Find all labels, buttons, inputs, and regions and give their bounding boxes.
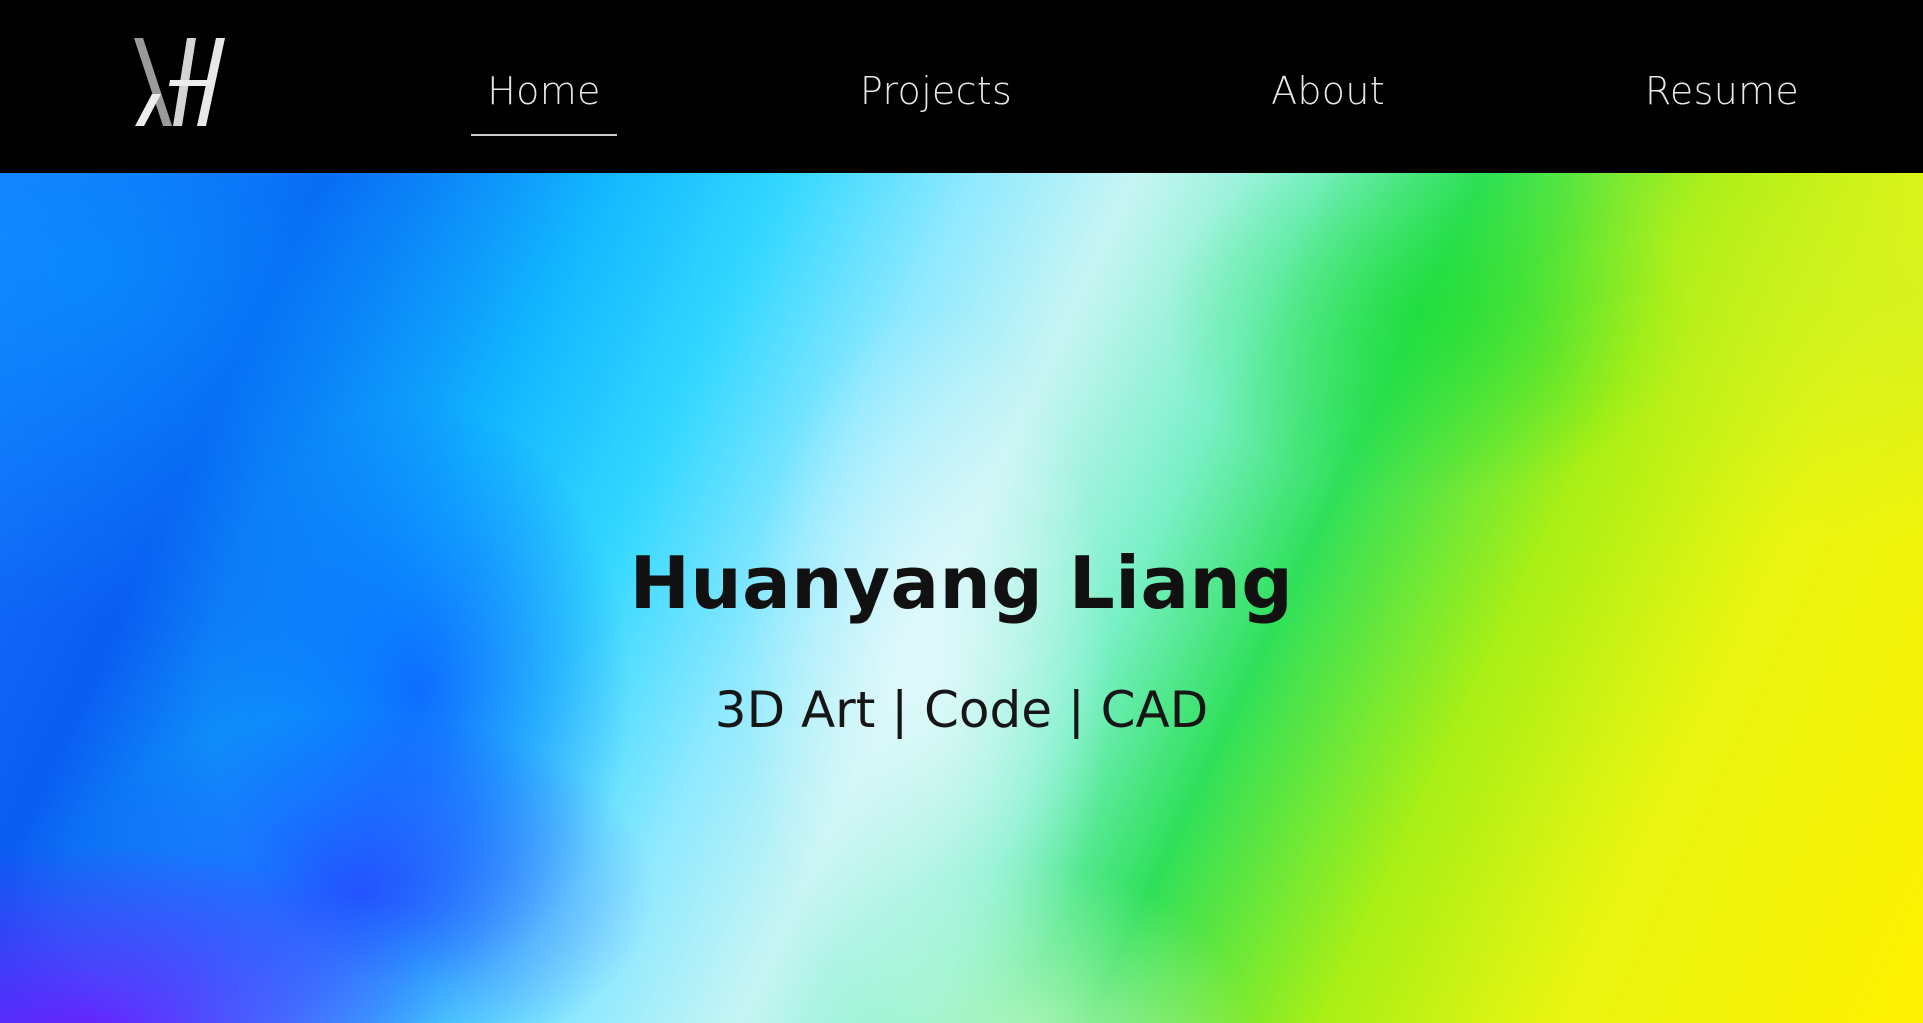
hl-monogram-logo[interactable] — [130, 36, 226, 128]
nav-home-label: Home — [487, 69, 601, 113]
logo-mark-icon — [134, 38, 225, 126]
nav-resume-link[interactable]: Resume — [1622, 0, 1822, 173]
hero-title: Huanyang Liang — [629, 541, 1294, 625]
nav-resume-label: Resume — [1644, 69, 1800, 113]
hero-subtitle: 3D Art | Code | CAD — [714, 681, 1209, 739]
nav-home-link[interactable]: Home — [444, 0, 644, 173]
top-navbar: Home Projects About Resume — [0, 0, 1923, 173]
nav-projects-link[interactable]: Projects — [836, 0, 1036, 173]
nav-about-link[interactable]: About — [1228, 0, 1428, 173]
hero-banner: Huanyang Liang 3D Art | Code | CAD — [0, 173, 1923, 1023]
nav-about-label: About — [1271, 69, 1385, 113]
nav-projects-label: Projects — [859, 69, 1013, 113]
nav-active-underline — [471, 134, 617, 136]
